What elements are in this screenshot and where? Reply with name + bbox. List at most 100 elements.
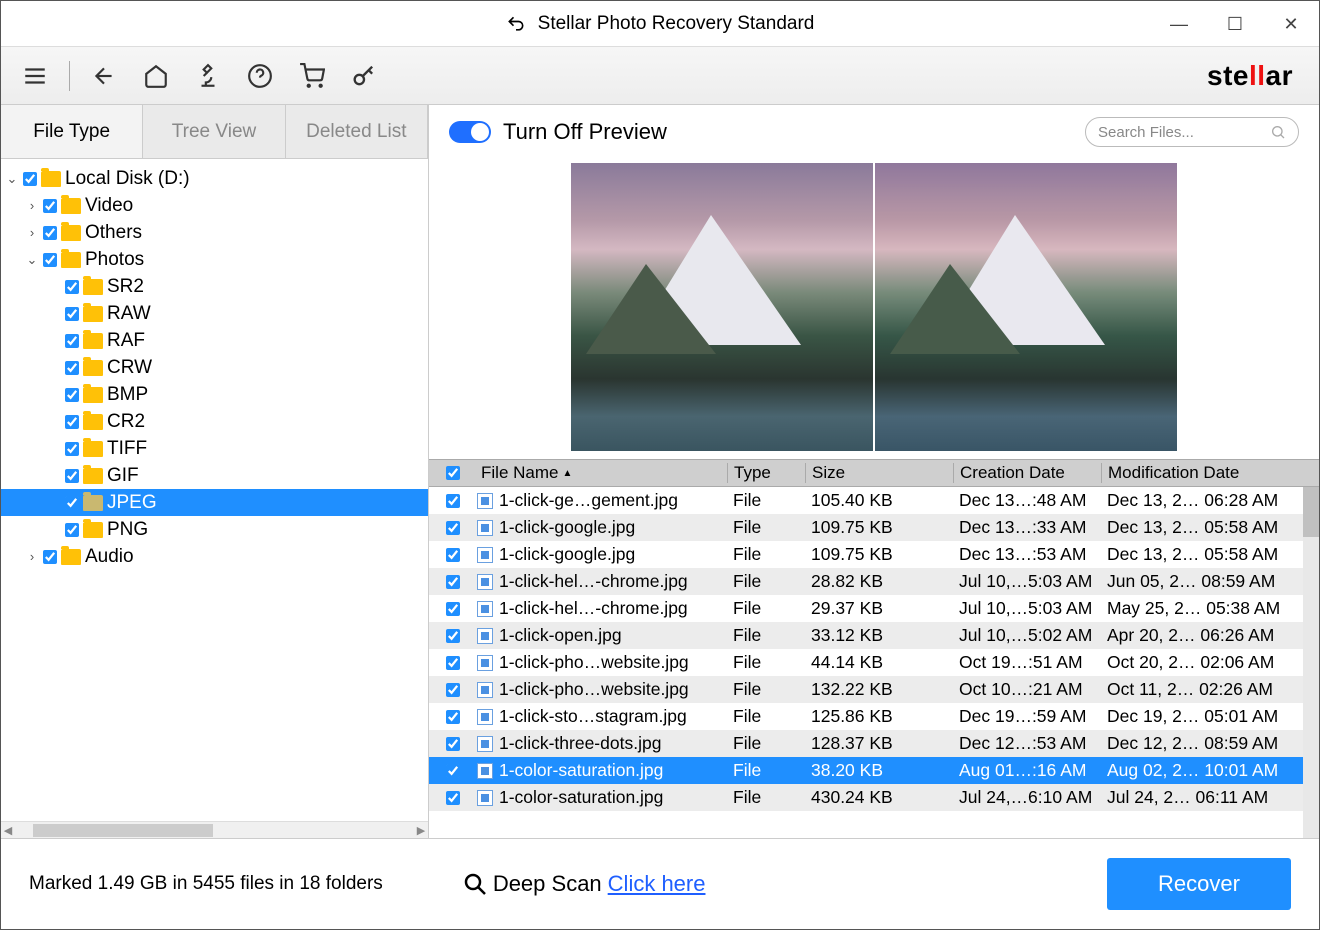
recover-button[interactable]: Recover <box>1107 858 1291 910</box>
search-icon <box>1270 124 1286 140</box>
tab-tree-view[interactable]: Tree View <box>143 105 285 158</box>
folder-icon <box>83 468 103 484</box>
row-checkbox[interactable] <box>446 764 460 778</box>
tree-label: PNG <box>107 519 148 541</box>
home-button[interactable] <box>134 54 178 98</box>
table-row[interactable]: 1-click-hel…-chrome.jpgFile28.82 KBJul 1… <box>429 568 1319 595</box>
table-row[interactable]: 1-click-pho…website.jpgFile44.14 KBOct 1… <box>429 649 1319 676</box>
table-row[interactable]: 1-click-pho…website.jpgFile132.22 KBOct … <box>429 676 1319 703</box>
tree-checkbox[interactable] <box>65 496 79 510</box>
tree-item[interactable]: CRW <box>1 354 428 381</box>
select-all-checkbox[interactable] <box>446 466 460 480</box>
table-row[interactable]: 1-color-saturation.jpgFile430.24 KBJul 2… <box>429 784 1319 811</box>
file-icon <box>477 628 493 644</box>
col-cdate[interactable]: Creation Date <box>953 463 1101 483</box>
file-size: 128.37 KB <box>805 733 953 754</box>
table-row[interactable]: 1-click-google.jpgFile109.75 KBDec 13…:5… <box>429 541 1319 568</box>
tree-item[interactable]: RAF <box>1 327 428 354</box>
row-checkbox[interactable] <box>446 602 460 616</box>
col-mdate[interactable]: Modification Date <box>1101 463 1319 483</box>
table-row[interactable]: 1-click-three-dots.jpgFile128.37 KBDec 1… <box>429 730 1319 757</box>
tree-item[interactable]: BMP <box>1 381 428 408</box>
tree-checkbox[interactable] <box>43 253 57 267</box>
tree-checkbox[interactable] <box>65 334 79 348</box>
key-button[interactable] <box>342 54 386 98</box>
title-text: Stellar Photo Recovery Standard <box>538 13 815 35</box>
file-size: 28.82 KB <box>805 571 953 592</box>
table-row[interactable]: 1-click-google.jpgFile109.75 KBDec 13…:3… <box>429 514 1319 541</box>
tree-checkbox[interactable] <box>43 199 57 213</box>
chevron-right-icon[interactable]: › <box>25 198 39 213</box>
row-checkbox[interactable] <box>446 656 460 670</box>
close-button[interactable]: ✕ <box>1263 1 1319 47</box>
file-mdate: May 25, 2… 05:38 AM <box>1101 598 1319 619</box>
v-scrollbar[interactable] <box>1303 487 1319 838</box>
tree-checkbox[interactable] <box>65 307 79 321</box>
tree-checkbox[interactable] <box>23 172 37 186</box>
col-filename[interactable]: File Name▲ <box>477 463 727 483</box>
tree-label: Photos <box>85 249 144 271</box>
row-checkbox[interactable] <box>446 629 460 643</box>
tree-checkbox[interactable] <box>65 280 79 294</box>
file-cdate: Dec 19…:59 AM <box>953 706 1101 727</box>
tree-checkbox[interactable] <box>65 361 79 375</box>
tab-deleted-list[interactable]: Deleted List <box>286 105 428 158</box>
chevron-down-icon[interactable]: ⌄ <box>25 252 39 268</box>
table-row[interactable]: 1-color-saturation.jpgFile38.20 KBAug 01… <box>429 757 1319 784</box>
tree-checkbox[interactable] <box>65 388 79 402</box>
row-checkbox[interactable] <box>446 575 460 589</box>
file-cdate: Jul 10,…5:03 AM <box>953 598 1101 619</box>
preview-toggle[interactable] <box>449 121 491 143</box>
h-scrollbar[interactable]: ◀▶ <box>1 821 428 838</box>
tab-file-type[interactable]: File Type <box>1 105 143 158</box>
col-size[interactable]: Size <box>805 463 953 483</box>
tree-checkbox[interactable] <box>65 469 79 483</box>
col-type[interactable]: Type <box>727 463 805 483</box>
file-type: File <box>727 544 805 565</box>
file-icon <box>477 601 493 617</box>
maximize-button[interactable]: ☐ <box>1207 1 1263 47</box>
table-row[interactable]: 1-click-hel…-chrome.jpgFile29.37 KBJul 1… <box>429 595 1319 622</box>
row-checkbox[interactable] <box>446 683 460 697</box>
row-checkbox[interactable] <box>446 737 460 751</box>
row-checkbox[interactable] <box>446 791 460 805</box>
folder-tree[interactable]: ⌄Local Disk (D:) ›Video ›Others ⌄Photos … <box>1 159 428 821</box>
file-mdate: Dec 13, 2… 06:28 AM <box>1101 490 1319 511</box>
chevron-right-icon[interactable]: › <box>25 549 39 564</box>
search-input[interactable]: Search Files... <box>1085 117 1299 147</box>
microscope-button[interactable] <box>186 54 230 98</box>
row-checkbox[interactable] <box>446 494 460 508</box>
row-checkbox[interactable] <box>446 710 460 724</box>
table-row[interactable]: 1-click-ge…gement.jpgFile105.40 KBDec 13… <box>429 487 1319 514</box>
tree-label: SR2 <box>107 276 144 298</box>
folder-icon <box>83 441 103 457</box>
row-checkbox[interactable] <box>446 521 460 535</box>
menu-button[interactable] <box>13 54 57 98</box>
deep-scan-link[interactable]: Click here <box>608 871 706 897</box>
minimize-button[interactable]: — <box>1151 1 1207 47</box>
tree-item[interactable]: GIF <box>1 462 428 489</box>
file-size: 132.22 KB <box>805 679 953 700</box>
tree-checkbox[interactable] <box>65 442 79 456</box>
tree-checkbox[interactable] <box>65 415 79 429</box>
tree-item[interactable]: SR2 <box>1 273 428 300</box>
tree-item[interactable]: TIFF <box>1 435 428 462</box>
cart-button[interactable] <box>290 54 334 98</box>
help-button[interactable] <box>238 54 282 98</box>
row-checkbox[interactable] <box>446 548 460 562</box>
tree-item[interactable]: PNG <box>1 516 428 543</box>
table-row[interactable]: 1-click-open.jpgFile33.12 KBJul 10,…5:02… <box>429 622 1319 649</box>
tree-label: CRW <box>107 357 152 379</box>
chevron-right-icon[interactable]: › <box>25 225 39 240</box>
tree-checkbox[interactable] <box>43 550 57 564</box>
tree-item[interactable]: JPEG <box>1 489 428 516</box>
tree-item[interactable]: CR2 <box>1 408 428 435</box>
tree-checkbox[interactable] <box>65 523 79 537</box>
table-row[interactable]: 1-click-sto…stagram.jpgFile125.86 KBDec … <box>429 703 1319 730</box>
tree-item[interactable]: RAW <box>1 300 428 327</box>
chevron-down-icon[interactable]: ⌄ <box>5 171 19 187</box>
tree-checkbox[interactable] <box>43 226 57 240</box>
file-type: File <box>727 598 805 619</box>
back-button[interactable] <box>82 54 126 98</box>
file-name: 1-click-google.jpg <box>499 517 635 538</box>
